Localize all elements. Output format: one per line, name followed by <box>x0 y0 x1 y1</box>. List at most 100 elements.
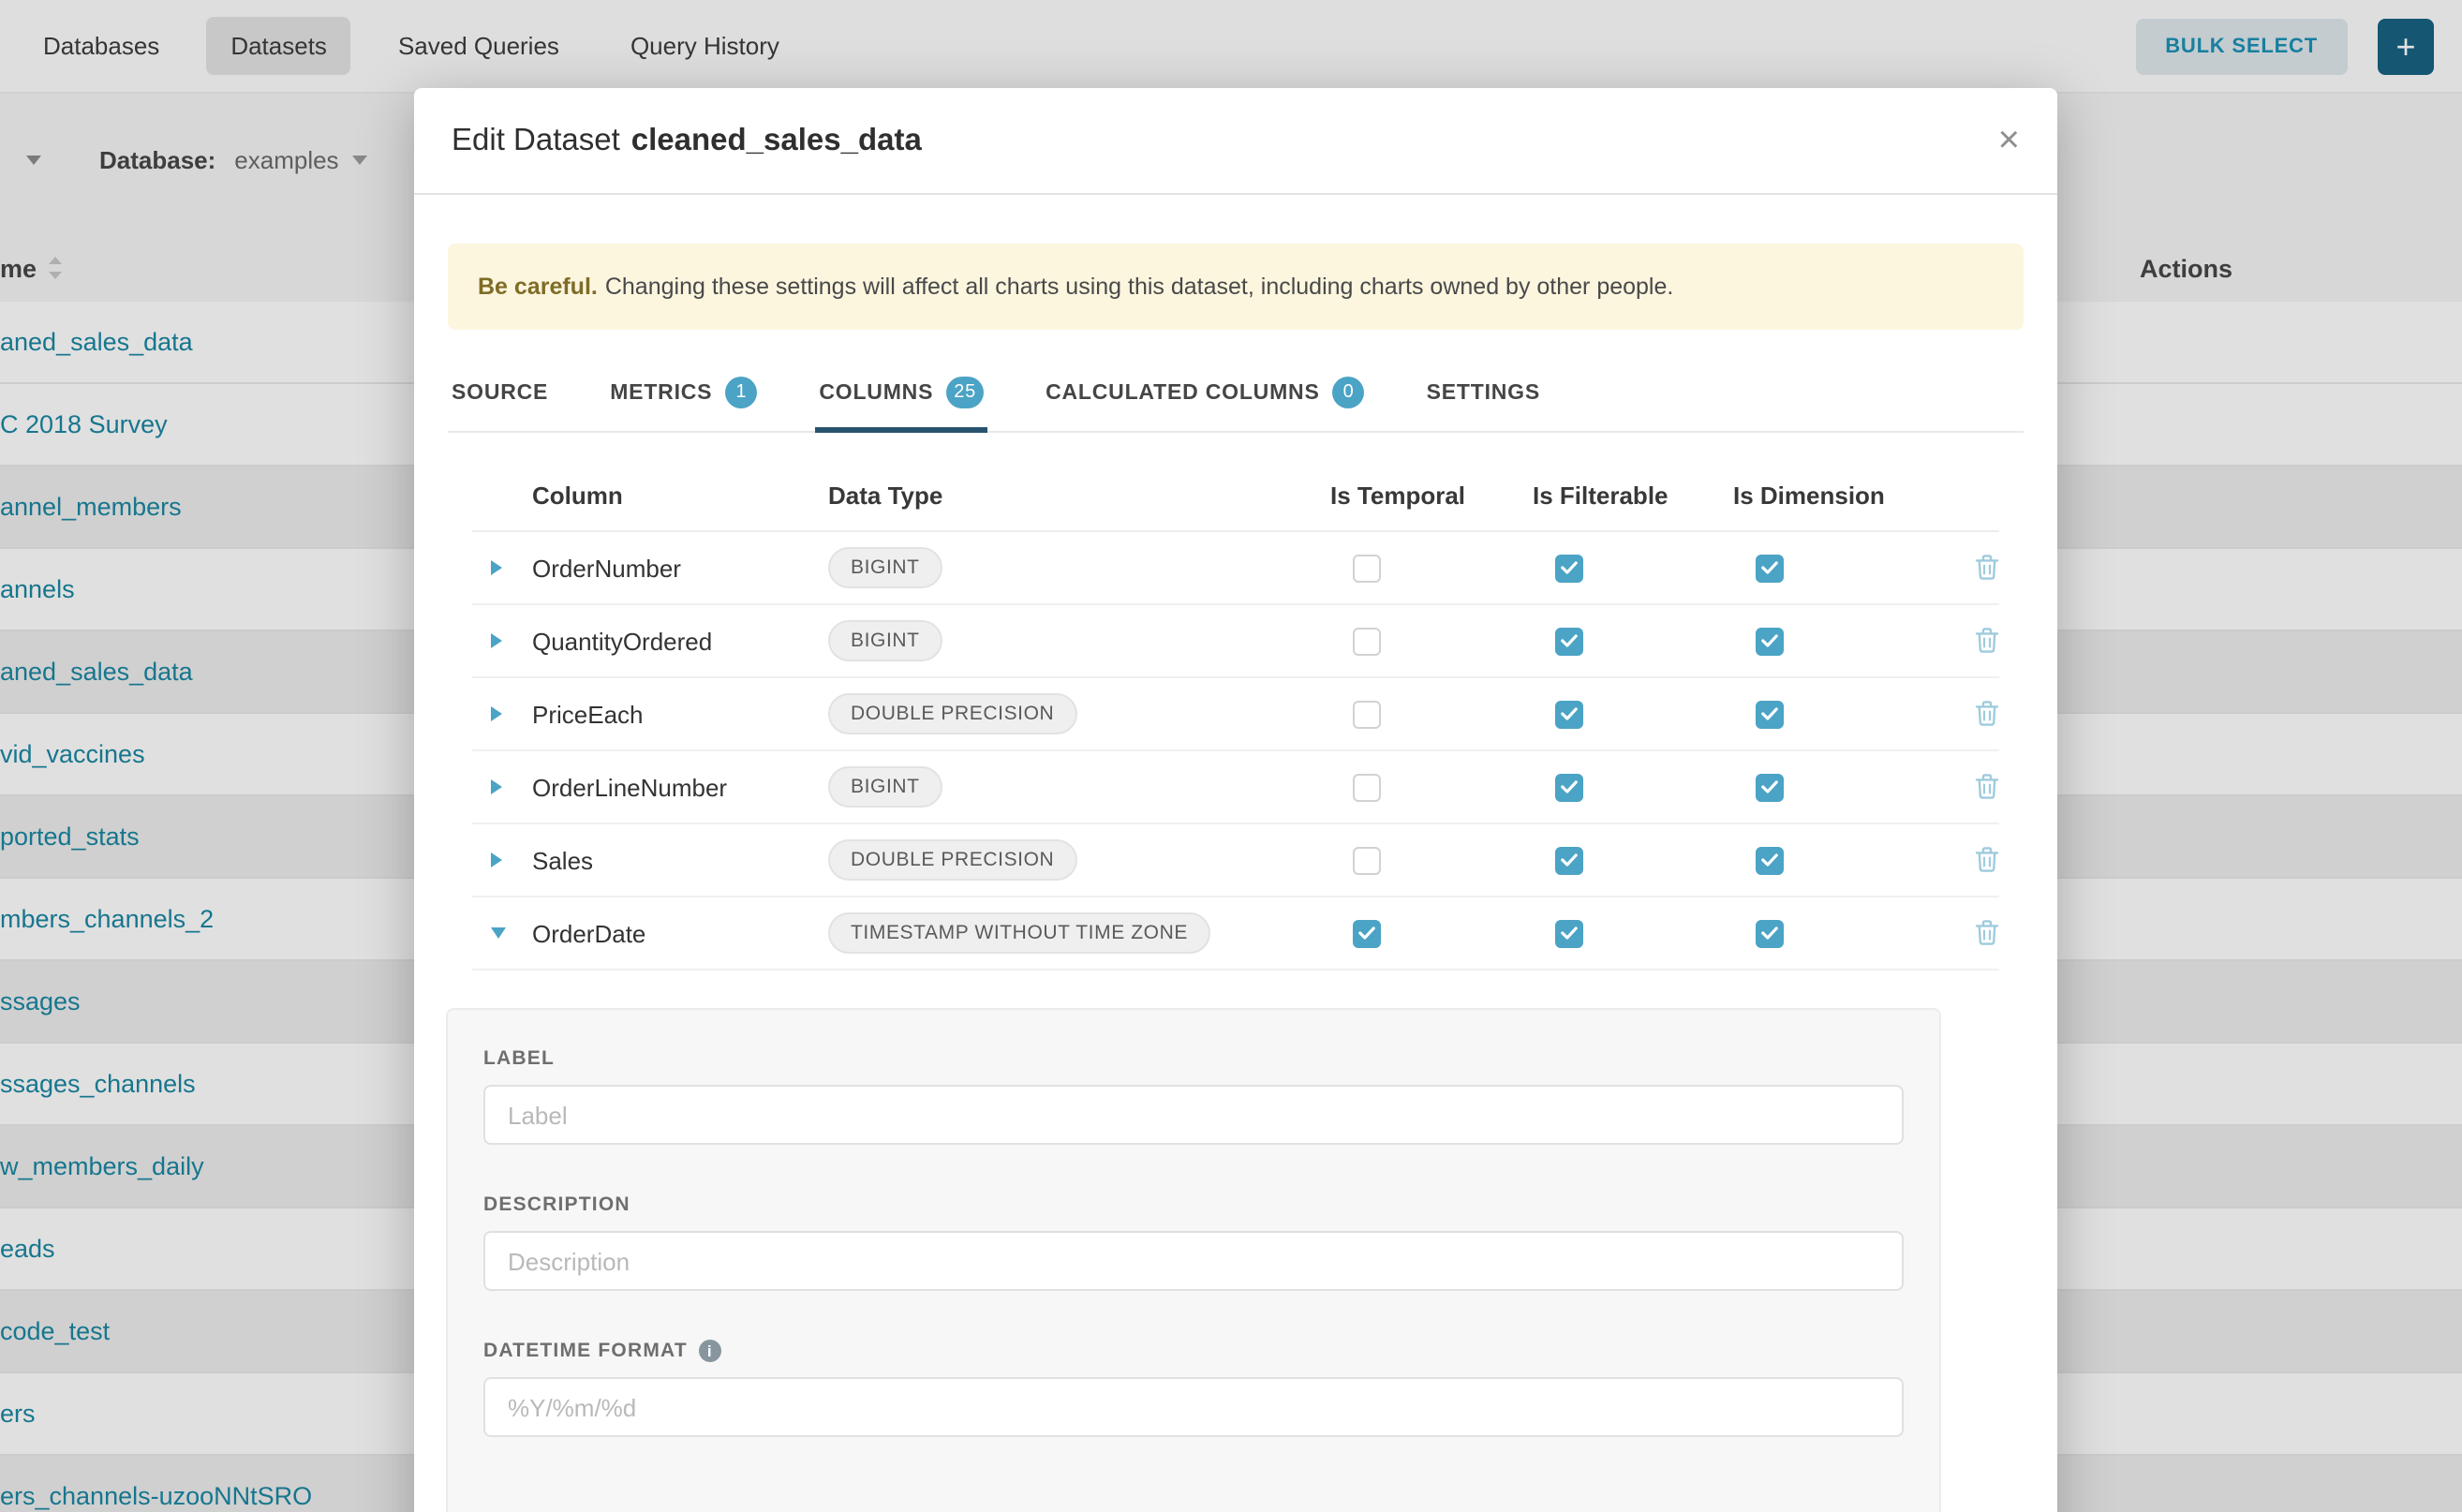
check-icon <box>1561 706 1578 721</box>
tab-metrics[interactable]: METRICS 1 <box>606 362 761 431</box>
column-row: OrderDateTIMESTAMP WITHOUT TIME ZONE <box>472 897 1999 971</box>
tab-label: CALCULATED COLUMNS <box>1046 381 1320 404</box>
header-is-temporal: Is Temporal <box>1330 482 1533 510</box>
is-dimension-checkbox[interactable] <box>1756 554 1784 582</box>
check-icon <box>1761 779 1778 794</box>
is-temporal-checkbox[interactable] <box>1353 773 1381 801</box>
modal-title-prefix: Edit Dataset <box>452 123 620 156</box>
viewport: DatabasesDatasetsSaved QueriesQuery Hist… <box>0 0 2462 1512</box>
is-dimension-checkbox[interactable] <box>1756 627 1784 655</box>
delete-icon[interactable] <box>1975 774 1999 800</box>
is-filterable-checkbox[interactable] <box>1555 846 1583 874</box>
data-type-pill: BIGINT <box>828 547 942 588</box>
delete-icon[interactable] <box>1975 920 1999 946</box>
expand-caret-icon[interactable] <box>491 633 502 648</box>
column-row: OrderNumberBIGINT <box>472 532 1999 605</box>
is-filterable-checkbox[interactable] <box>1555 700 1583 728</box>
tab-settings[interactable]: SETTINGS <box>1423 362 1544 431</box>
description-input[interactable] <box>483 1231 1904 1291</box>
modal-header: Edit Dataset cleaned_sales_data × <box>414 88 2057 195</box>
delete-icon[interactable] <box>1975 555 1999 581</box>
label-field-label-text: LABEL <box>483 1047 555 1070</box>
close-icon[interactable]: × <box>1998 122 2020 159</box>
edit-dataset-modal: Edit Dataset cleaned_sales_data × Be care… <box>414 88 2057 1512</box>
delete-icon[interactable] <box>1975 628 1999 654</box>
column-row: QuantityOrderedBIGINT <box>472 605 1999 678</box>
check-icon <box>1561 633 1578 648</box>
delete-icon[interactable] <box>1975 701 1999 727</box>
is-temporal-checkbox[interactable] <box>1353 846 1381 874</box>
warning-banner-bold: Be careful. <box>478 274 598 300</box>
check-icon <box>1761 926 1778 941</box>
tab-label: METRICS <box>610 381 712 404</box>
datetime-format-field-group: DATETIME FORMAT i <box>483 1340 1904 1437</box>
is-dimension-checkbox[interactable] <box>1756 700 1784 728</box>
label-field-label: LABEL <box>483 1047 1904 1070</box>
info-icon[interactable]: i <box>699 1340 721 1362</box>
tab-count-badge: 0 <box>1333 377 1365 408</box>
tab-calculated-columns[interactable]: CALCULATED COLUMNS 0 <box>1042 362 1369 431</box>
column-name: Sales <box>532 846 828 874</box>
column-name: OrderDate <box>532 919 828 947</box>
is-dimension-checkbox[interactable] <box>1756 773 1784 801</box>
expand-caret-icon[interactable] <box>491 706 502 721</box>
data-type-pill: DOUBLE PRECISION <box>828 693 1076 734</box>
modal-title-dataset-name: cleaned_sales_data <box>631 123 922 156</box>
check-icon <box>1761 633 1778 648</box>
datetime-format-label-text: DATETIME FORMAT <box>483 1340 688 1362</box>
is-filterable-checkbox[interactable] <box>1555 554 1583 582</box>
modal-tabs: SOURCE METRICS 1 COLUMNS 25 CALCULATED COLUMN… <box>448 362 2024 433</box>
delete-icon[interactable] <box>1975 847 1999 873</box>
label-field-group: LABEL <box>483 1047 1904 1145</box>
is-dimension-checkbox[interactable] <box>1756 846 1784 874</box>
column-row: PriceEachDOUBLE PRECISION <box>472 678 1999 751</box>
modal-title: Edit Dataset cleaned_sales_data <box>452 123 922 158</box>
column-name: QuantityOrdered <box>532 627 828 655</box>
check-icon <box>1561 560 1578 575</box>
is-temporal-checkbox[interactable] <box>1353 700 1381 728</box>
warning-banner-text: Changing these settings will affect all … <box>605 274 1674 300</box>
is-filterable-checkbox[interactable] <box>1555 773 1583 801</box>
tab-label: COLUMNS <box>819 381 933 404</box>
tab-label: SOURCE <box>452 381 548 404</box>
check-icon <box>1561 852 1578 867</box>
is-temporal-checkbox[interactable] <box>1353 627 1381 655</box>
columns-table: Column Data Type Is Temporal Is Filterab… <box>472 461 1999 971</box>
warning-banner: Be careful. Changing these settings will … <box>448 244 2024 330</box>
tab-columns[interactable]: COLUMNS 25 <box>815 362 987 431</box>
column-row: SalesDOUBLE PRECISION <box>472 824 1999 897</box>
expand-caret-icon[interactable] <box>491 852 502 867</box>
check-icon <box>1561 779 1578 794</box>
check-icon <box>1358 926 1375 941</box>
tab-count-badge: 25 <box>946 377 984 408</box>
check-icon <box>1761 706 1778 721</box>
datetime-format-input[interactable] <box>483 1377 1904 1437</box>
column-name: PriceEach <box>532 700 828 728</box>
expand-caret-icon[interactable] <box>491 779 502 794</box>
collapse-caret-icon[interactable] <box>491 927 506 939</box>
description-field-label-text: DESCRIPTION <box>483 1193 630 1216</box>
columns-table-header: Column Data Type Is Temporal Is Filterab… <box>472 461 1999 532</box>
screen: DatabasesDatasetsSaved QueriesQuery Hist… <box>0 0 2462 1512</box>
is-dimension-checkbox[interactable] <box>1756 919 1784 947</box>
header-is-filterable: Is Filterable <box>1533 482 1733 510</box>
is-filterable-checkbox[interactable] <box>1555 627 1583 655</box>
tab-source[interactable]: SOURCE <box>448 362 552 431</box>
label-input[interactable] <box>483 1085 1904 1145</box>
check-icon <box>1561 926 1578 941</box>
expand-caret-icon[interactable] <box>491 560 502 575</box>
check-icon <box>1761 852 1778 867</box>
check-icon <box>1761 560 1778 575</box>
is-filterable-checkbox[interactable] <box>1555 919 1583 947</box>
data-type-pill: BIGINT <box>828 620 942 661</box>
datetime-format-field-label: DATETIME FORMAT i <box>483 1340 1904 1362</box>
tab-count-badge: 1 <box>725 377 757 408</box>
is-temporal-checkbox[interactable] <box>1353 554 1381 582</box>
data-type-pill: TIMESTAMP WITHOUT TIME ZONE <box>828 912 1210 954</box>
header-is-dimension: Is Dimension <box>1733 482 1958 510</box>
is-temporal-checkbox[interactable] <box>1353 919 1381 947</box>
data-type-pill: BIGINT <box>828 766 942 808</box>
column-name: OrderNumber <box>532 554 828 582</box>
header-column: Column <box>532 482 828 510</box>
header-data-type: Data Type <box>828 482 1330 510</box>
